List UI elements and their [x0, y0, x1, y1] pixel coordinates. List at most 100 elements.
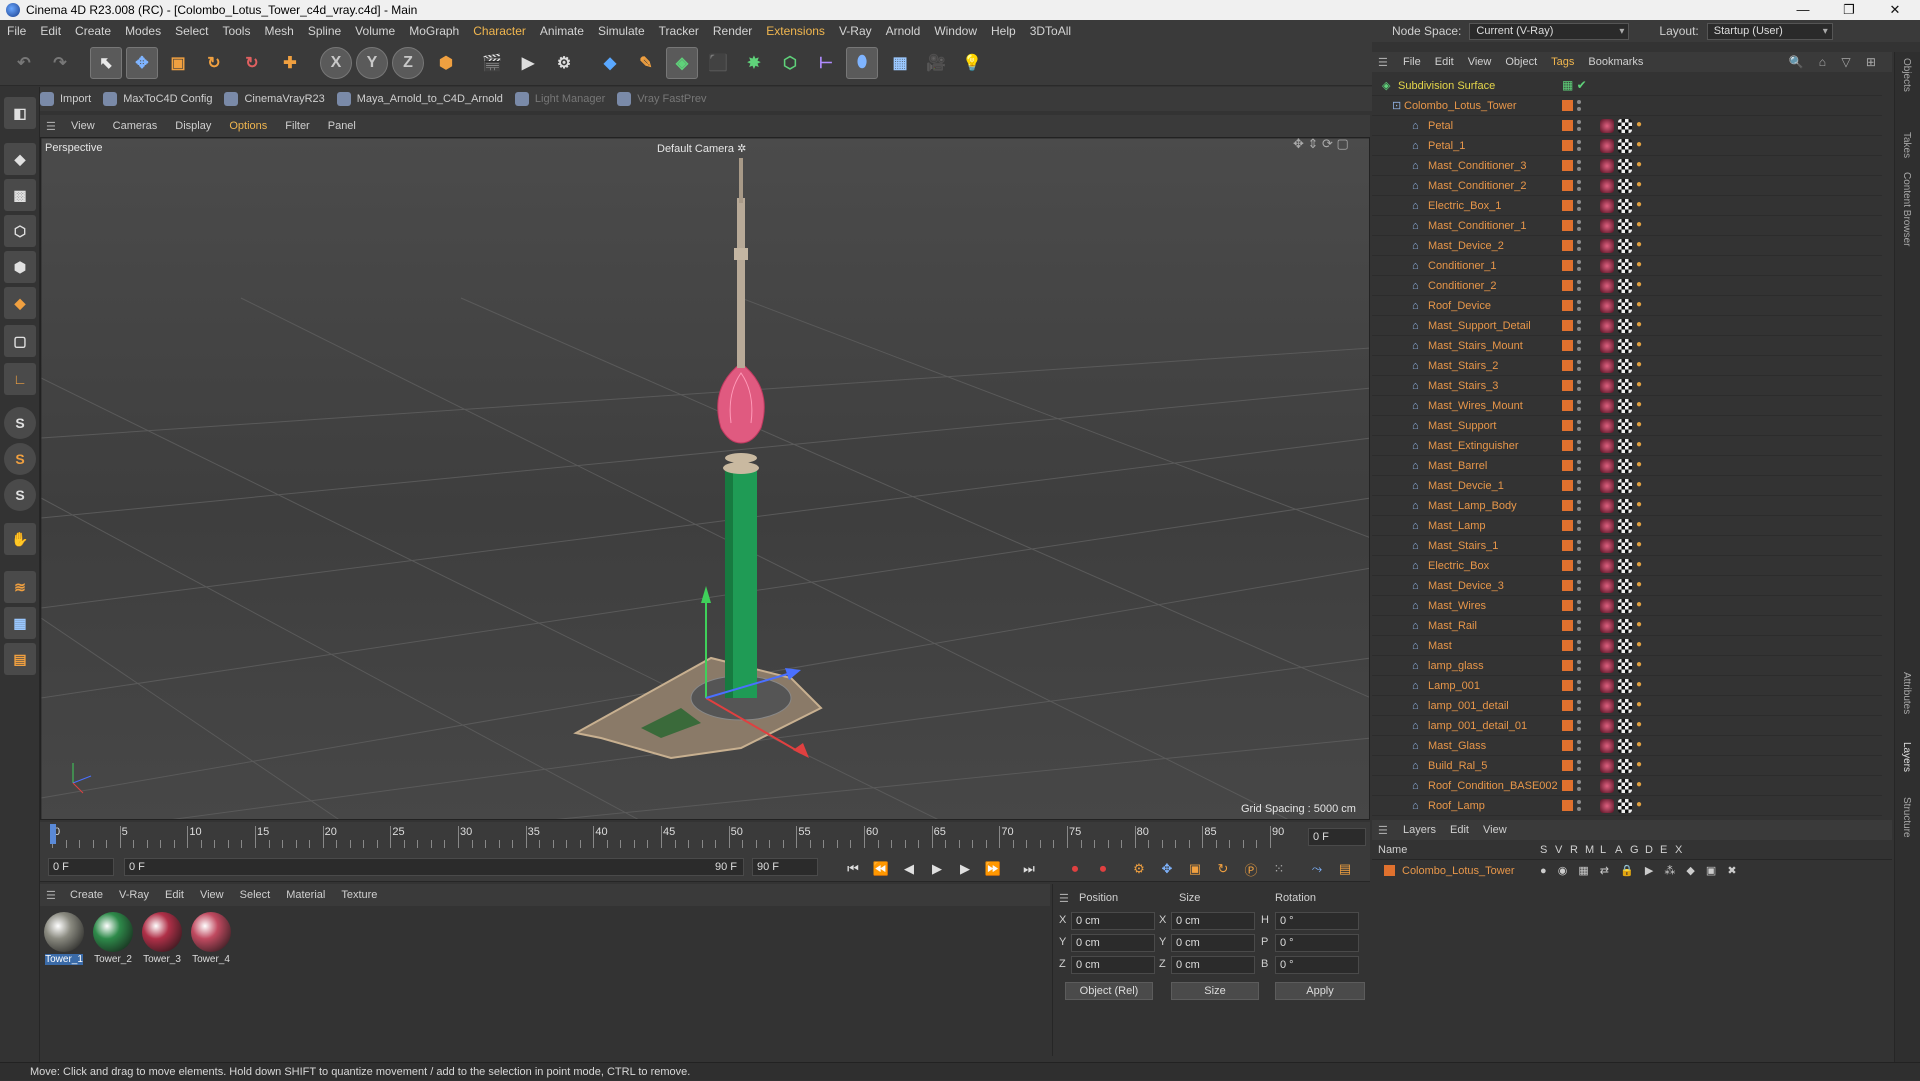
object-menu-file[interactable]: File — [1396, 56, 1428, 68]
object-menu-object[interactable]: Object — [1498, 56, 1544, 68]
side-tab-layers[interactable]: Layers — [1901, 742, 1912, 772]
end-frame-field[interactable]: 90 F — [752, 858, 818, 876]
phong-tag-icon[interactable]: ● — [1636, 619, 1650, 633]
phong-tag-icon[interactable]: ● — [1636, 779, 1650, 793]
render-view-icon[interactable]: ▶ — [512, 47, 544, 79]
undo-icon[interactable]: ↶ — [8, 47, 40, 79]
visibility-dots-icon[interactable] — [1577, 679, 1581, 693]
record-icon[interactable]: ⏺ — [1064, 858, 1086, 880]
viewport-menu-cameras[interactable]: Cameras — [104, 120, 167, 132]
menu-spline[interactable]: Spline — [301, 24, 348, 38]
viewport-menu-options[interactable]: Options — [220, 120, 276, 132]
visibility-dots-icon[interactable] — [1577, 519, 1581, 533]
visibility-dots-icon[interactable] — [1577, 379, 1581, 393]
menu-v-ray[interactable]: V-Ray — [832, 24, 879, 38]
phong-tag-icon[interactable]: ● — [1636, 519, 1650, 533]
material-tag-icon[interactable] — [1600, 498, 1614, 513]
material-tag-icon[interactable] — [1600, 758, 1614, 773]
go-to-end-icon[interactable]: ⏭ — [1018, 858, 1040, 880]
uvw-tag-icon[interactable] — [1618, 378, 1632, 393]
y-axis-lock-icon[interactable]: Y — [356, 47, 388, 79]
redo-icon[interactable]: ↷ — [44, 47, 76, 79]
uvw-tag-icon[interactable] — [1618, 778, 1632, 793]
uvw-tag-icon[interactable] — [1618, 218, 1632, 233]
layer-menu-layers[interactable]: Layers — [1396, 824, 1443, 836]
layer-color-icon[interactable] — [1562, 400, 1573, 411]
object-name[interactable]: Subdivision Surface — [1398, 80, 1495, 92]
object-row[interactable]: ⌂ Mast ● — [1372, 636, 1882, 656]
object-name[interactable]: Roof_Condition_BASE002 — [1428, 780, 1558, 792]
position-field[interactable]: 0 cm — [1071, 912, 1155, 930]
object-name[interactable]: Mast_Stairs_3 — [1428, 380, 1498, 392]
uvw-tag-icon[interactable] — [1618, 338, 1632, 353]
layer-color-icon[interactable] — [1562, 100, 1573, 111]
object-row[interactable]: ⌂ Mast_Device_3 ● — [1372, 576, 1882, 596]
object-row[interactable]: ⌂ Mast_Extinguisher ● — [1372, 436, 1882, 456]
phong-tag-icon[interactable]: ● — [1636, 639, 1650, 653]
material-tag-icon[interactable] — [1600, 698, 1614, 713]
viewport-menu-view[interactable]: View — [62, 120, 104, 132]
visibility-dots-icon[interactable] — [1577, 259, 1581, 273]
uvw-tag-icon[interactable] — [1618, 458, 1632, 473]
layer-color-icon[interactable] — [1562, 640, 1573, 651]
phong-tag-icon[interactable]: ● — [1636, 459, 1650, 473]
object-name[interactable]: Mast_Wires — [1428, 600, 1486, 612]
object-name[interactable]: Electric_Box_1 — [1428, 200, 1501, 212]
visibility-dots-icon[interactable] — [1577, 339, 1581, 353]
phong-tag-icon[interactable]: ● — [1636, 179, 1650, 193]
previous-frame-icon[interactable]: ◀ — [898, 858, 920, 880]
layer-color-icon[interactable] — [1562, 220, 1573, 231]
material-tag-icon[interactable] — [1600, 358, 1614, 373]
material-tag-icon[interactable] — [1600, 118, 1614, 133]
object-name[interactable]: Mast_Conditioner_1 — [1428, 220, 1526, 232]
start-frame-field[interactable]: 0 F — [48, 858, 114, 876]
uvw-tag-icon[interactable] — [1618, 198, 1632, 213]
uvw-tag-icon[interactable] — [1618, 518, 1632, 533]
viewport-nav-icons[interactable]: ✥ ⇕ ⟳ ▢ — [1293, 138, 1349, 152]
layer-color-swatch[interactable] — [1384, 865, 1395, 876]
object-name[interactable]: Roof_Lamp — [1428, 800, 1485, 812]
plugin-vray-fastprev[interactable]: Vray FastPrev — [617, 92, 707, 106]
menu-arnold[interactable]: Arnold — [879, 24, 928, 38]
phong-tag-icon[interactable]: ● — [1636, 719, 1650, 733]
material-tag-icon[interactable] — [1600, 578, 1614, 593]
node-space-dropdown[interactable]: Current (V-Ray) — [1469, 22, 1630, 40]
tweak-icon[interactable]: ✋ — [4, 523, 36, 555]
key-position-icon[interactable]: ✥ — [1156, 858, 1178, 880]
layer-color-icon[interactable] — [1562, 560, 1573, 571]
axis-mode-icon[interactable]: ∟ — [4, 363, 36, 395]
key-pla-icon[interactable]: ⁙ — [1268, 858, 1290, 880]
enabled-check-icon[interactable]: ▦ ✔ — [1562, 78, 1587, 92]
object-row[interactable]: ⌂ Mast_Stairs_2 ● — [1372, 356, 1882, 376]
viewport-camera[interactable]: Default Camera ✲ — [657, 142, 746, 155]
object-row[interactable]: ⌂ lamp_glass ● — [1372, 656, 1882, 676]
plugin-maxtoc4d-config[interactable]: MaxToC4D Config — [103, 92, 212, 106]
visibility-dots-icon[interactable] — [1577, 759, 1581, 773]
side-tab-attributes[interactable]: Attributes — [1901, 672, 1912, 714]
layer-toggle-icons[interactable]: ● ◉ ▦ ⇄ 🔒 ▶ ⁂ ◆ ▣ ✖ — [1540, 864, 1741, 877]
uvw-tag-icon[interactable] — [1618, 798, 1632, 813]
layer-color-icon[interactable] — [1562, 380, 1573, 391]
object-name[interactable]: Mast_Support — [1428, 420, 1496, 432]
plugin-import[interactable]: Import — [40, 92, 91, 106]
menu-file[interactable]: File — [0, 24, 33, 38]
object-row[interactable]: ⌂ Mast_Lamp ● — [1372, 516, 1882, 536]
phong-tag-icon[interactable]: ● — [1636, 699, 1650, 713]
phong-tag-icon[interactable]: ● — [1636, 539, 1650, 553]
material-menu-material[interactable]: Material — [278, 889, 333, 901]
layer-color-icon[interactable] — [1562, 280, 1573, 291]
object-row[interactable]: ⌂ lamp_001_detail_01 ● — [1372, 716, 1882, 736]
phong-tag-icon[interactable]: ● — [1636, 599, 1650, 613]
uvw-tag-icon[interactable] — [1618, 618, 1632, 633]
object-row[interactable]: ⌂ lamp_001_detail ● — [1372, 696, 1882, 716]
camera-icon[interactable]: 🎥 — [920, 47, 952, 79]
object-row[interactable]: ⌂ Mast_Conditioner_3 ● — [1372, 156, 1882, 176]
visibility-dots-icon[interactable] — [1577, 639, 1581, 653]
material-panel-menu-icon[interactable]: ☰ — [46, 889, 62, 902]
menu-character[interactable]: Character — [466, 24, 533, 38]
layer-column-r[interactable]: R — [1570, 844, 1578, 856]
layer-column-e[interactable]: E — [1660, 844, 1667, 856]
phong-tag-icon[interactable]: ● — [1636, 299, 1650, 313]
object-name[interactable]: Mast_Conditioner_2 — [1428, 180, 1526, 192]
visibility-dots-icon[interactable] — [1577, 199, 1581, 213]
